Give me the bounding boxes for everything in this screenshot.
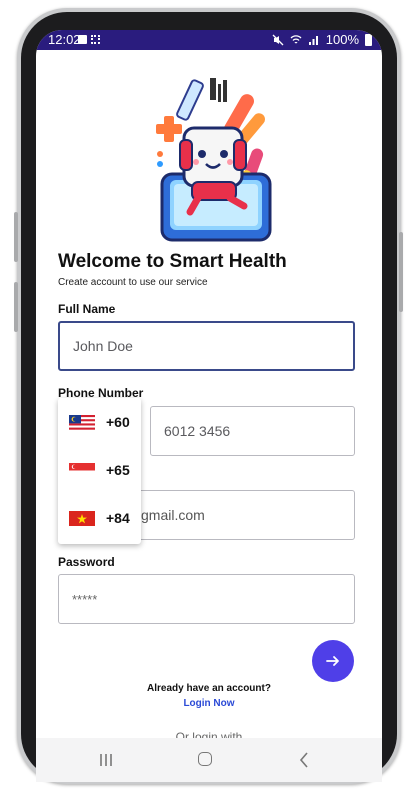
page-title: Welcome to Smart Health — [58, 251, 287, 272]
back-icon[interactable] — [298, 752, 310, 768]
full-name-label: Full Name — [58, 302, 116, 316]
battery-percent: 100% — [325, 32, 359, 47]
phone-number-input[interactable] — [164, 423, 354, 439]
volume-up-button — [14, 212, 18, 262]
country-code-dropdown[interactable]: +60 +65 +84 — [58, 398, 141, 544]
next-button[interactable] — [312, 640, 354, 682]
password-label: Password — [58, 555, 115, 569]
android-nav-bar — [36, 738, 382, 782]
country-code-singapore: +65 — [106, 462, 130, 478]
status-bar: 12:02 100% — [36, 30, 382, 50]
have-account-text: Already have an account? — [147, 683, 271, 694]
country-option-vietnam[interactable]: +84 — [58, 498, 141, 538]
battery-icon — [365, 34, 372, 46]
vietnam-flag-icon — [69, 510, 95, 526]
login-now-link[interactable]: Login Now — [36, 698, 382, 709]
country-option-singapore[interactable]: +65 — [58, 450, 141, 490]
password-field[interactable]: ***** — [58, 574, 355, 624]
status-time: 12:02 — [48, 32, 81, 47]
arrow-right-icon — [326, 656, 339, 666]
malaysia-flag-icon — [69, 414, 95, 430]
email-value: gmail.com — [141, 507, 205, 523]
gallery-notification-icon — [78, 35, 87, 44]
page-subtitle: Create account to use our service — [58, 277, 208, 288]
app-screen: 12:02 100% Welcome to Smart Health Creat… — [36, 30, 382, 782]
country-option-malaysia[interactable]: +60 — [58, 402, 141, 442]
signal-icon — [308, 36, 318, 45]
home-icon[interactable] — [198, 752, 212, 766]
status-right: 100% — [272, 30, 372, 50]
notification-icons — [78, 35, 100, 44]
apps-notification-icon — [91, 35, 100, 44]
volume-down-button — [14, 282, 18, 332]
password-value: ***** — [72, 591, 98, 607]
mute-icon — [272, 34, 284, 46]
recent-apps-icon[interactable] — [98, 754, 114, 766]
phone-number-field[interactable] — [150, 406, 355, 456]
power-button — [399, 232, 403, 312]
full-name-field[interactable] — [58, 321, 355, 371]
singapore-flag-icon — [69, 462, 95, 478]
full-name-input[interactable] — [73, 338, 353, 354]
wifi-icon — [290, 35, 302, 44]
country-code-malaysia: +60 — [106, 414, 130, 430]
smart-health-logo — [156, 78, 272, 242]
country-code-vietnam: +84 — [106, 510, 130, 526]
